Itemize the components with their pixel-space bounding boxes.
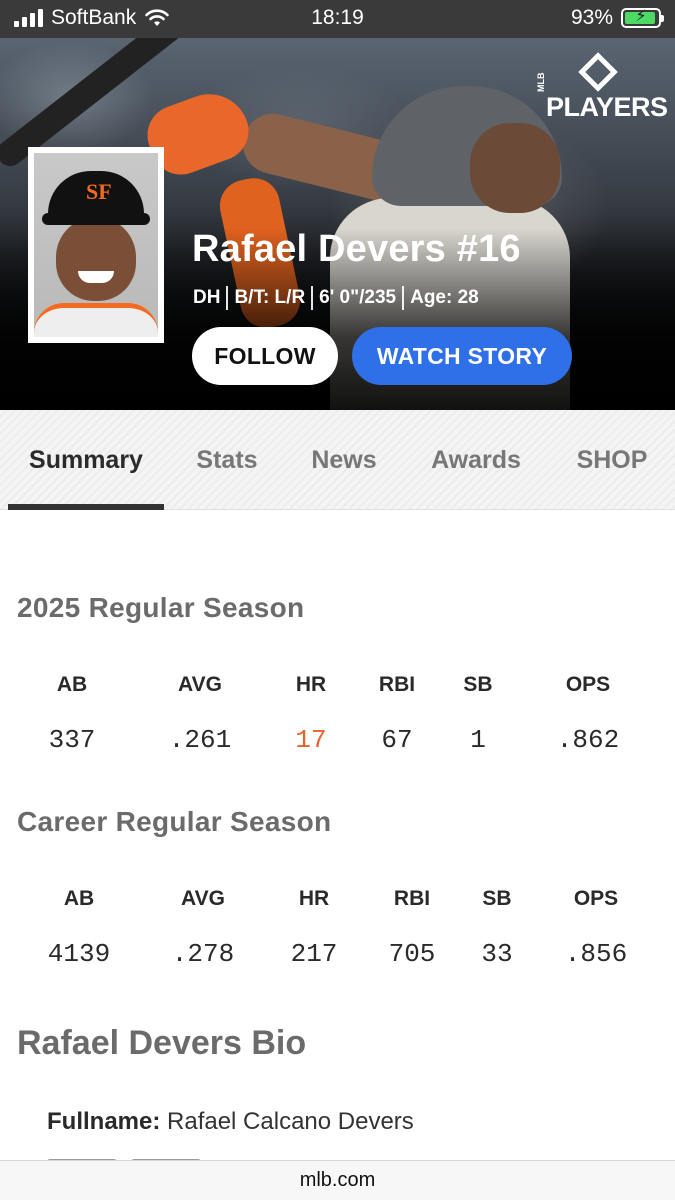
career-value-ops: .856 [564, 939, 628, 969]
season-header-hr: HR [295, 673, 327, 696]
career-header-sb: SB [482, 887, 512, 910]
headshot-photo: SF [34, 153, 158, 337]
player-position: DH [193, 287, 221, 308]
hero-face [470, 123, 560, 213]
meta-divider [402, 286, 405, 310]
season-header-avg: AVG [178, 673, 222, 696]
meta-divider [311, 286, 314, 310]
player-tabs: Summary Stats News Awards SHOP [0, 410, 675, 510]
tab-stats[interactable]: Stats [180, 410, 274, 510]
headshot-jersey [34, 303, 158, 337]
season-title: 2025 Regular Season [17, 592, 305, 623]
season-value-ab: 337 [48, 725, 96, 755]
bio-fullname-label: Fullname: [47, 1108, 161, 1135]
player-meta: DH B/T: L/R 6' 0"/235 Age: 28 [193, 286, 479, 310]
career-value-avg: .278 [171, 939, 235, 969]
career-header-ab: AB [63, 887, 95, 910]
player-height-weight: 6' 0"/235 [319, 287, 397, 308]
meta-divider [226, 286, 229, 310]
bio-fullname-value: Rafael Calcano Devers [167, 1108, 414, 1135]
career-value-sb: 33 [481, 939, 513, 969]
season-value-ops: .862 [556, 725, 620, 755]
cap-brim [42, 213, 150, 225]
career-header-avg: AVG [181, 887, 225, 910]
season-value-sb: 1 [470, 725, 486, 755]
headshot-face [56, 217, 136, 301]
career-value-rbi: 705 [388, 939, 436, 969]
browser-url-bar[interactable]: mlb.com [0, 1160, 675, 1200]
tab-awards[interactable]: Awards [414, 410, 538, 510]
tab-summary[interactable]: Summary [8, 410, 164, 510]
season-value-hr[interactable]: 17 [295, 725, 326, 755]
watch-story-button[interactable]: WATCH STORY [352, 327, 572, 385]
career-value-ab: 4139 [47, 939, 111, 969]
follow-button[interactable]: FOLLOW [192, 327, 338, 385]
season-header-ab: AB [56, 673, 88, 696]
career-header-ops: OPS [573, 887, 619, 910]
bio-next-row-peek [47, 1152, 217, 1160]
season-header-sb: SB [463, 673, 493, 696]
bio-fullname-row: Fullname: Rafael Calcano Devers [47, 1108, 414, 1136]
season-value-avg: .261 [168, 725, 232, 755]
status-right: 93% ⚡ [570, 6, 664, 30]
tab-shop[interactable]: SHOP [556, 410, 668, 510]
season-header-ops: OPS [565, 673, 611, 696]
player-headshot: SF [28, 147, 164, 343]
logo-prefix: MLB [536, 72, 546, 93]
tab-news[interactable]: News [290, 410, 398, 510]
season-value-rbi: 67 [381, 725, 413, 755]
player-age: Age: 28 [410, 287, 479, 308]
player-bats-throws: B/T: L/R [234, 287, 306, 308]
charging-bolt-icon: ⚡ [635, 8, 647, 25]
career-header-hr: HR [298, 887, 330, 910]
giants-cap-icon: SF [48, 171, 144, 219]
diamond-logo-icon [578, 52, 618, 92]
bio-title: Rafael Devers Bio [17, 1024, 307, 1062]
battery-icon: ⚡ [621, 8, 664, 28]
career-header-rbi: RBI [393, 887, 431, 910]
status-bar: SoftBank 18:19 93% ⚡ [0, 0, 675, 38]
season-header-rbi: RBI [378, 673, 416, 696]
player-name: Rafael Devers #16 [192, 228, 521, 270]
career-value-hr: 217 [290, 939, 338, 969]
logo-text: PLAYERS [546, 92, 668, 122]
career-title: Career Regular Season [17, 806, 332, 837]
battery-percent: 93% [570, 6, 613, 29]
url-text[interactable]: mlb.com [300, 1169, 376, 1192]
active-tab-indicator [8, 504, 164, 510]
mlb-players-logo: MLB PLAYERS [536, 52, 668, 122]
